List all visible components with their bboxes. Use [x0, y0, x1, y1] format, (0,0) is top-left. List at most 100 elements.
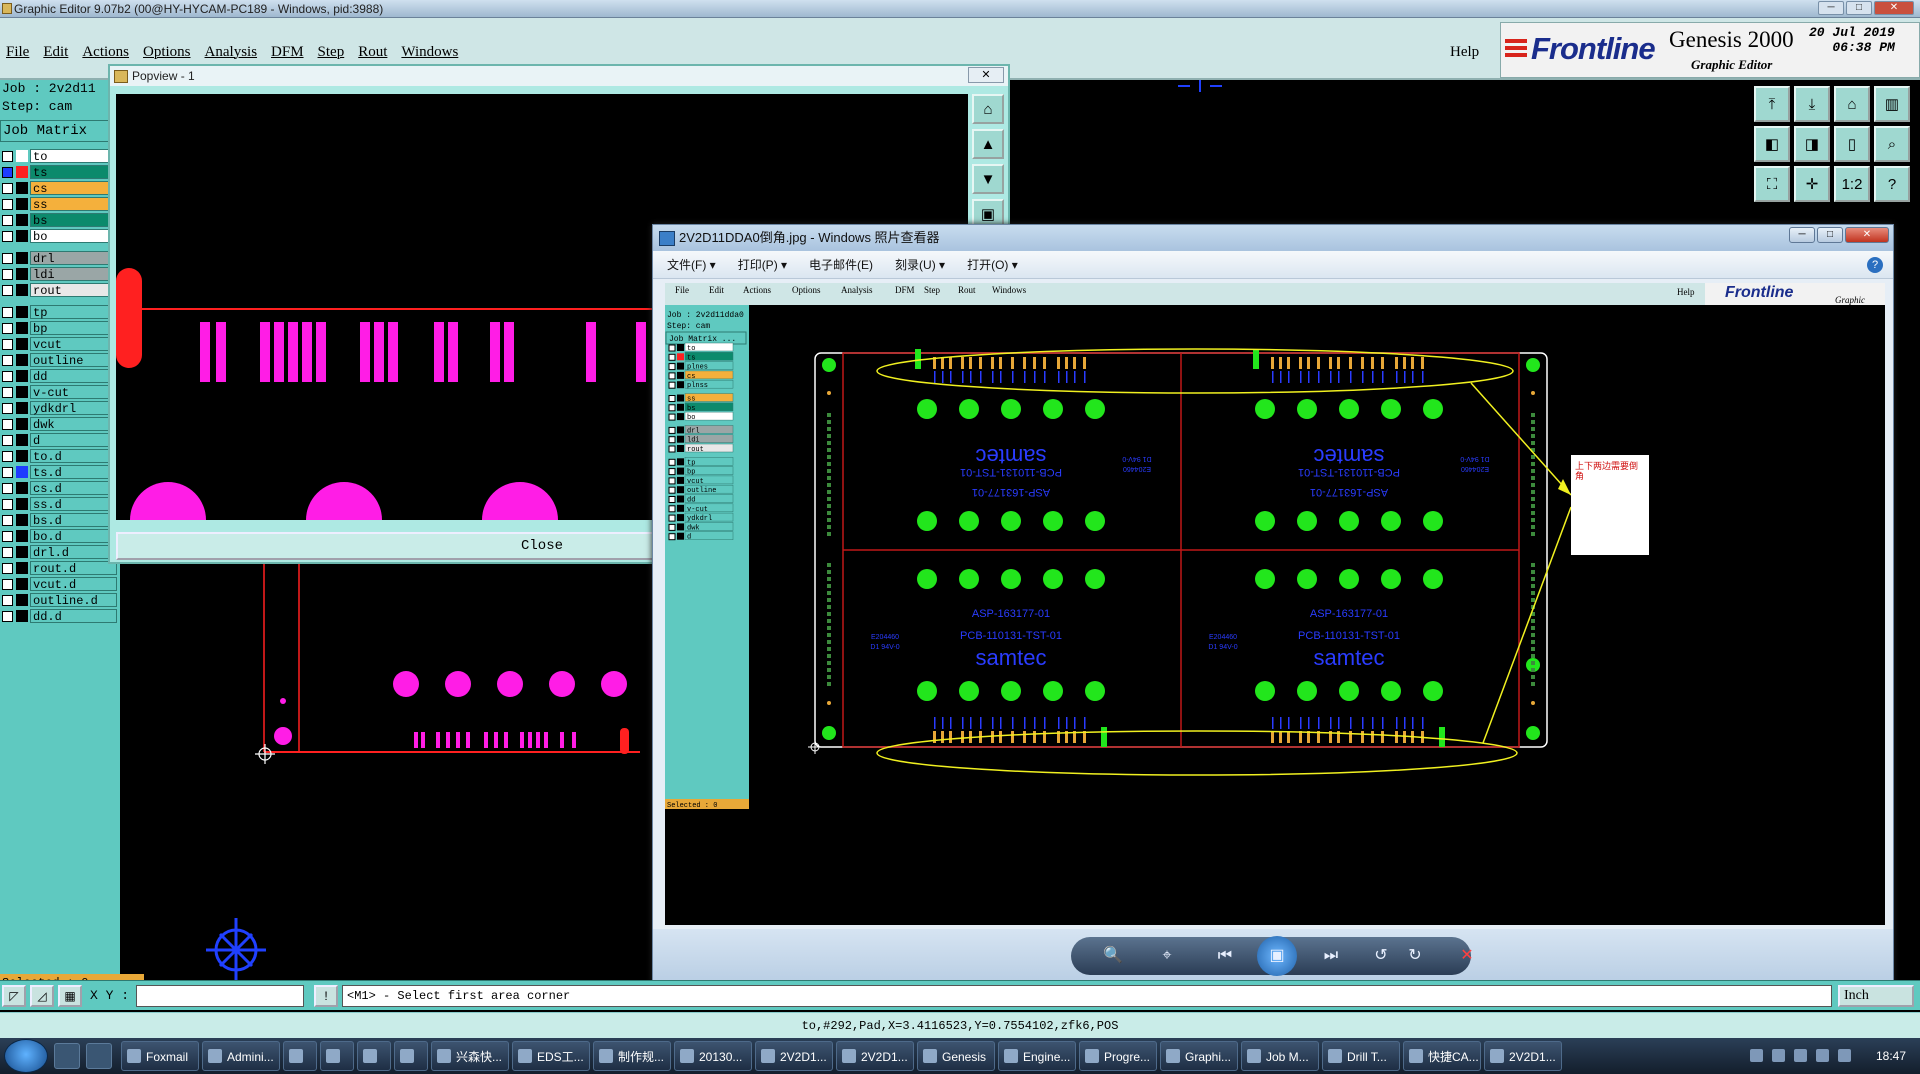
menu-file[interactable]: File: [6, 44, 29, 61]
forward-icon[interactable]: ◨: [1794, 126, 1830, 162]
zoom-icon[interactable]: ⌕: [1874, 126, 1910, 162]
taskbar-item[interactable]: 兴森快...: [431, 1041, 509, 1071]
taskbar-item[interactable]: 2V2D1...: [1484, 1041, 1562, 1071]
layer-row-tp[interactable]: tp: [0, 304, 117, 320]
layer-checkbox[interactable]: [2, 466, 13, 478]
layer-checkbox[interactable]: [2, 252, 13, 264]
slideshow-icon[interactable]: ▣: [1257, 936, 1297, 976]
layer-name[interactable]: to.d: [30, 449, 117, 464]
layer-name[interactable]: rout: [30, 283, 117, 298]
layer-checkbox[interactable]: [2, 230, 13, 242]
layer-name[interactable]: ts: [30, 165, 117, 180]
layer-name[interactable]: dd.d: [30, 609, 117, 624]
layer-checkbox[interactable]: [2, 166, 13, 178]
layer-checkbox[interactable]: [2, 562, 13, 574]
network-icon[interactable]: [1794, 1049, 1807, 1062]
job-matrix-button[interactable]: Job Matrix: [0, 120, 120, 142]
viewer-maximize-button[interactable]: □: [1817, 227, 1843, 243]
layer-checkbox[interactable]: [2, 450, 13, 462]
layer-row-bs.d[interactable]: bs.d: [0, 512, 117, 528]
menu-dfm[interactable]: DFM: [271, 44, 304, 61]
menu-options[interactable]: Options: [143, 44, 191, 61]
layer-checkbox[interactable]: [2, 610, 13, 622]
layer-name[interactable]: rout.d: [30, 561, 117, 576]
layer-name[interactable]: ydkdrl: [30, 401, 117, 416]
layer-checkbox[interactable]: [2, 482, 13, 494]
layer-checkbox[interactable]: [2, 182, 13, 194]
layer-row-ss[interactable]: ss: [0, 196, 117, 212]
layer-checkbox[interactable]: [2, 386, 13, 398]
layer-checkbox[interactable]: [2, 530, 13, 542]
layer-name[interactable]: drl: [30, 251, 117, 266]
import-icon[interactable]: ⤓: [1794, 86, 1830, 122]
layer-checkbox[interactable]: [2, 418, 13, 430]
taskbar-item[interactable]: [357, 1041, 391, 1071]
zoom-out-icon[interactable]: ▼: [972, 164, 1004, 194]
layer-name[interactable]: outline: [30, 353, 117, 368]
grid-icon[interactable]: ▦: [58, 985, 82, 1007]
menu-windows[interactable]: Windows: [401, 44, 458, 61]
layer-row-outline[interactable]: outline: [0, 352, 117, 368]
layer-checkbox[interactable]: [2, 354, 13, 366]
ie-icon[interactable]: [54, 1043, 80, 1069]
layer-name[interactable]: d: [30, 433, 117, 448]
layer-checkbox[interactable]: [2, 514, 13, 526]
layer-name[interactable]: ss: [30, 197, 117, 212]
tool-icon[interactable]: ◸: [2, 985, 26, 1007]
layer-checkbox[interactable]: [2, 284, 13, 296]
taskbar-item[interactable]: Drill T...: [1322, 1041, 1400, 1071]
layer-row-dd[interactable]: dd: [0, 368, 117, 384]
taskbar-item[interactable]: 2V2D1...: [836, 1041, 914, 1071]
layer-row-bp[interactable]: bp: [0, 320, 117, 336]
scale-icon[interactable]: 1:2: [1834, 166, 1870, 202]
layer-row-ss.d[interactable]: ss.d: [0, 496, 117, 512]
zoom-home-icon[interactable]: ⌂: [972, 94, 1004, 124]
layer-row-vcut[interactable]: vcut: [0, 336, 117, 352]
info-icon[interactable]: !: [314, 985, 338, 1007]
taskbar-item[interactable]: [283, 1041, 317, 1071]
layer-checkbox[interactable]: [2, 198, 13, 210]
layer-row-drl.d[interactable]: drl.d: [0, 544, 117, 560]
zoom-in-icon[interactable]: ▲: [972, 129, 1004, 159]
menu-rout[interactable]: Rout: [358, 44, 387, 61]
layer-name[interactable]: ldi: [30, 267, 117, 282]
viewer-menu-item[interactable]: 打印(P) ▾: [738, 256, 787, 273]
layer-name[interactable]: bo.d: [30, 529, 117, 544]
start-button[interactable]: [4, 1039, 48, 1073]
taskbar-item[interactable]: [394, 1041, 428, 1071]
previous-icon[interactable]: ⏮: [1211, 945, 1239, 967]
layer-name[interactable]: dd: [30, 369, 117, 384]
layer-row-rout.d[interactable]: rout.d: [0, 560, 117, 576]
tray-icon[interactable]: [1772, 1049, 1785, 1062]
layer-name[interactable]: vcut: [30, 337, 117, 352]
fit-icon[interactable]: ⌖: [1153, 945, 1181, 967]
layer-row-to.d[interactable]: to.d: [0, 448, 117, 464]
layer-checkbox[interactable]: [2, 578, 13, 590]
popview-close-icon[interactable]: ✕: [968, 67, 1004, 83]
maximize-button[interactable]: □: [1846, 1, 1872, 15]
viewer-close-button[interactable]: ✕: [1845, 227, 1889, 243]
taskbar-item[interactable]: EDS工...: [512, 1041, 590, 1071]
layer-row-bs[interactable]: bs: [0, 212, 117, 228]
layer-row-d[interactable]: d: [0, 432, 117, 448]
layer-checkbox[interactable]: [2, 594, 13, 606]
viewer-help-icon[interactable]: ?: [1867, 257, 1883, 273]
layer-checkbox[interactable]: [2, 150, 13, 162]
menu-actions[interactable]: Actions: [82, 44, 129, 61]
layer-checkbox[interactable]: [2, 370, 13, 382]
rotate-left-icon[interactable]: ↺: [1367, 945, 1395, 967]
help-menu[interactable]: Help: [1450, 44, 1479, 61]
split-icon[interactable]: ▯: [1834, 126, 1870, 162]
viewer-minimize-button[interactable]: ─: [1789, 227, 1815, 243]
layer-row-bo.d[interactable]: bo.d: [0, 528, 117, 544]
layer-checkbox[interactable]: [2, 306, 13, 318]
measure-icon[interactable]: ◿: [30, 985, 54, 1007]
taskbar-item[interactable]: Foxmail: [121, 1041, 199, 1071]
taskbar-item[interactable]: Admini...: [202, 1041, 280, 1071]
folder-icon[interactable]: [86, 1043, 112, 1069]
layer-checkbox[interactable]: [2, 214, 13, 226]
viewer-menu-item[interactable]: 刻录(U) ▾: [895, 256, 945, 273]
layer-name[interactable]: drl.d: [30, 545, 117, 560]
layer-row-v-cut[interactable]: v-cut: [0, 384, 117, 400]
clock[interactable]: 18:47: [1876, 1038, 1906, 1074]
